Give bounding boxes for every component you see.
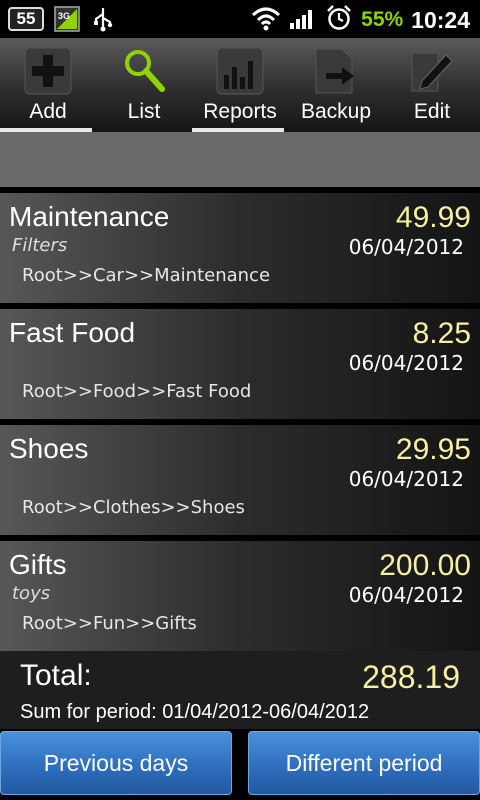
status-bar: 55 3G 55% 10:24 [0,0,480,38]
total-label: Total: [20,659,92,692]
list-item[interactable]: Gifts toys Root>>Fun>>Gifts 200.00 06/04… [0,541,480,651]
item-category-path: Root>>Clothes>>Shoes [22,497,245,518]
toolbar-add[interactable]: Add [0,38,96,132]
status-bar-left: 55 3G [8,6,116,32]
search-icon [120,46,168,96]
toolbar-backup[interactable]: Backup [288,38,384,132]
toolbar: Add List Reports Backup Edit [0,38,480,132]
clock: 10:24 [411,6,470,33]
item-amount: 29.95 [395,433,471,466]
item-note: Filters [12,235,68,256]
total-period: Sum for period: 01/04/2012-06/04/2012 [20,701,370,723]
item-note: toys [12,583,51,604]
toolbar-list-label: List [127,100,161,123]
item-amount: 200.00 [379,549,471,582]
toolbar-edit-label: Edit [413,100,451,123]
filter-band [0,132,480,187]
toolbar-list[interactable]: List [96,38,192,132]
3g-icon: 3G [54,6,80,32]
previous-days-button[interactable]: Previous days [0,731,232,795]
bar-chart-icon [216,46,264,96]
3g-label: 3G [58,11,70,21]
item-date: 06/04/2012 [348,235,464,259]
toolbar-reports[interactable]: Reports [192,38,288,132]
pencil-icon [408,46,456,96]
alarm-icon [325,4,353,36]
wifi-icon [251,5,281,35]
toolbar-backup-label: Backup [300,100,372,123]
button-bar: Previous days Different period [0,729,480,800]
item-name: Shoes [9,433,89,464]
list-item[interactable]: Fast Food Root>>Food>>Fast Food 8.25 06/… [0,309,480,419]
item-date: 06/04/2012 [348,351,464,375]
battery-percent: 55% [361,8,404,31]
usb-icon [90,6,116,32]
different-period-button[interactable]: Different period [248,731,480,795]
item-category-path: Root>>Car>>Maintenance [22,265,271,286]
item-name: Maintenance [9,201,170,232]
item-date: 06/04/2012 [348,467,464,491]
item-amount: 8.25 [412,317,471,350]
expense-list: Maintenance Filters Root>>Car>>Maintenan… [0,193,480,657]
item-amount: 49.99 [395,201,471,234]
item-name: Gifts [9,549,67,580]
export-icon [312,46,360,96]
list-item[interactable]: Shoes Root>>Clothes>>Shoes 29.95 06/04/2… [0,425,480,535]
toolbar-reports-label: Reports [203,100,277,123]
item-date: 06/04/2012 [348,583,464,607]
toolbar-add-label: Add [29,100,67,123]
total-value: 288.19 [362,659,460,695]
list-item[interactable]: Maintenance Filters Root>>Car>>Maintenan… [0,193,480,303]
toolbar-edit[interactable]: Edit [384,38,480,132]
item-category-path: Root>>Food>>Fast Food [22,381,252,402]
item-category-path: Root>>Fun>>Gifts [22,613,197,634]
item-name: Fast Food [9,317,136,348]
notification-count-icon: 55 [8,7,44,31]
signal-icon [289,5,317,35]
status-bar-right: 55% 10:24 [251,4,470,36]
total-panel: Total: 288.19 Sum for period: 01/04/2012… [0,651,480,729]
plus-icon [24,46,72,96]
